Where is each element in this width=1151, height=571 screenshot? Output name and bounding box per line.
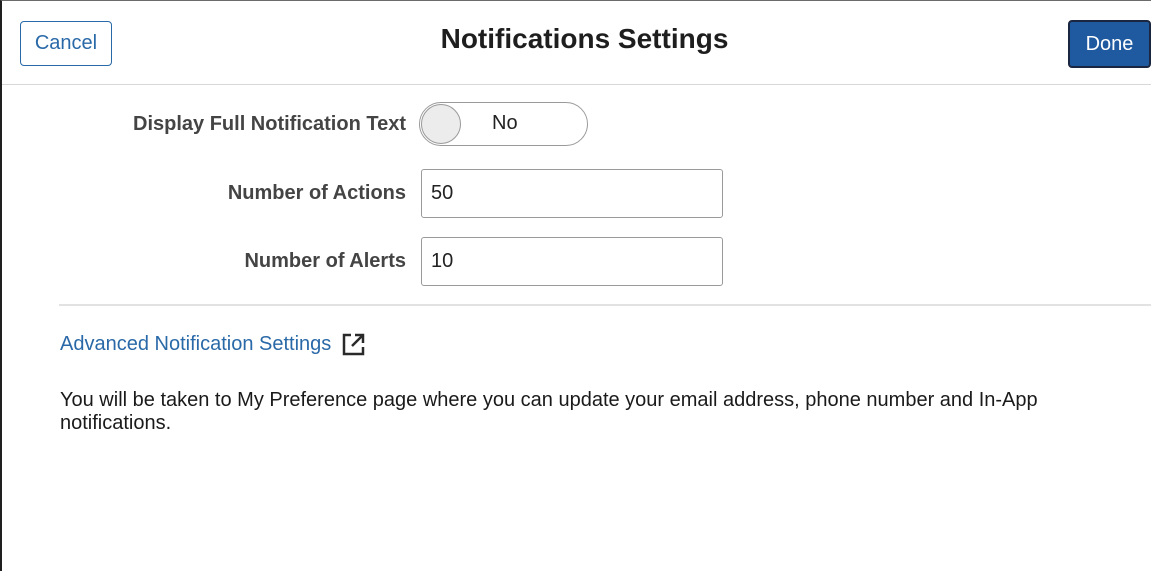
done-button[interactable]: Done [1068, 20, 1151, 68]
header-bar: Cancel Notifications Settings Done [2, 1, 1151, 85]
redirect-info-text: You will be taken to My Preference page … [60, 389, 1038, 434]
page-title: Notifications Settings [440, 23, 729, 54]
settings-panel: Cancel Notifications Settings Done Displ… [0, 0, 1151, 571]
advanced-link-label: Advanced Notification Settings [60, 333, 332, 355]
toggle-state-text: No [492, 112, 518, 134]
display-full-text-label: Display Full Notification Text [133, 113, 406, 135]
external-link-icon [341, 332, 366, 357]
number-of-actions-input[interactable] [421, 169, 723, 218]
number-of-alerts-input[interactable] [421, 237, 723, 286]
toggle-knob [421, 104, 461, 144]
number-of-alerts-label: Number of Alerts [244, 250, 406, 272]
number-of-actions-label: Number of Actions [227, 182, 406, 204]
display-full-text-toggle[interactable]: No [419, 102, 588, 146]
section-divider [59, 304, 1151, 306]
advanced-notification-settings-link[interactable]: Advanced Notification Settings [60, 332, 366, 357]
